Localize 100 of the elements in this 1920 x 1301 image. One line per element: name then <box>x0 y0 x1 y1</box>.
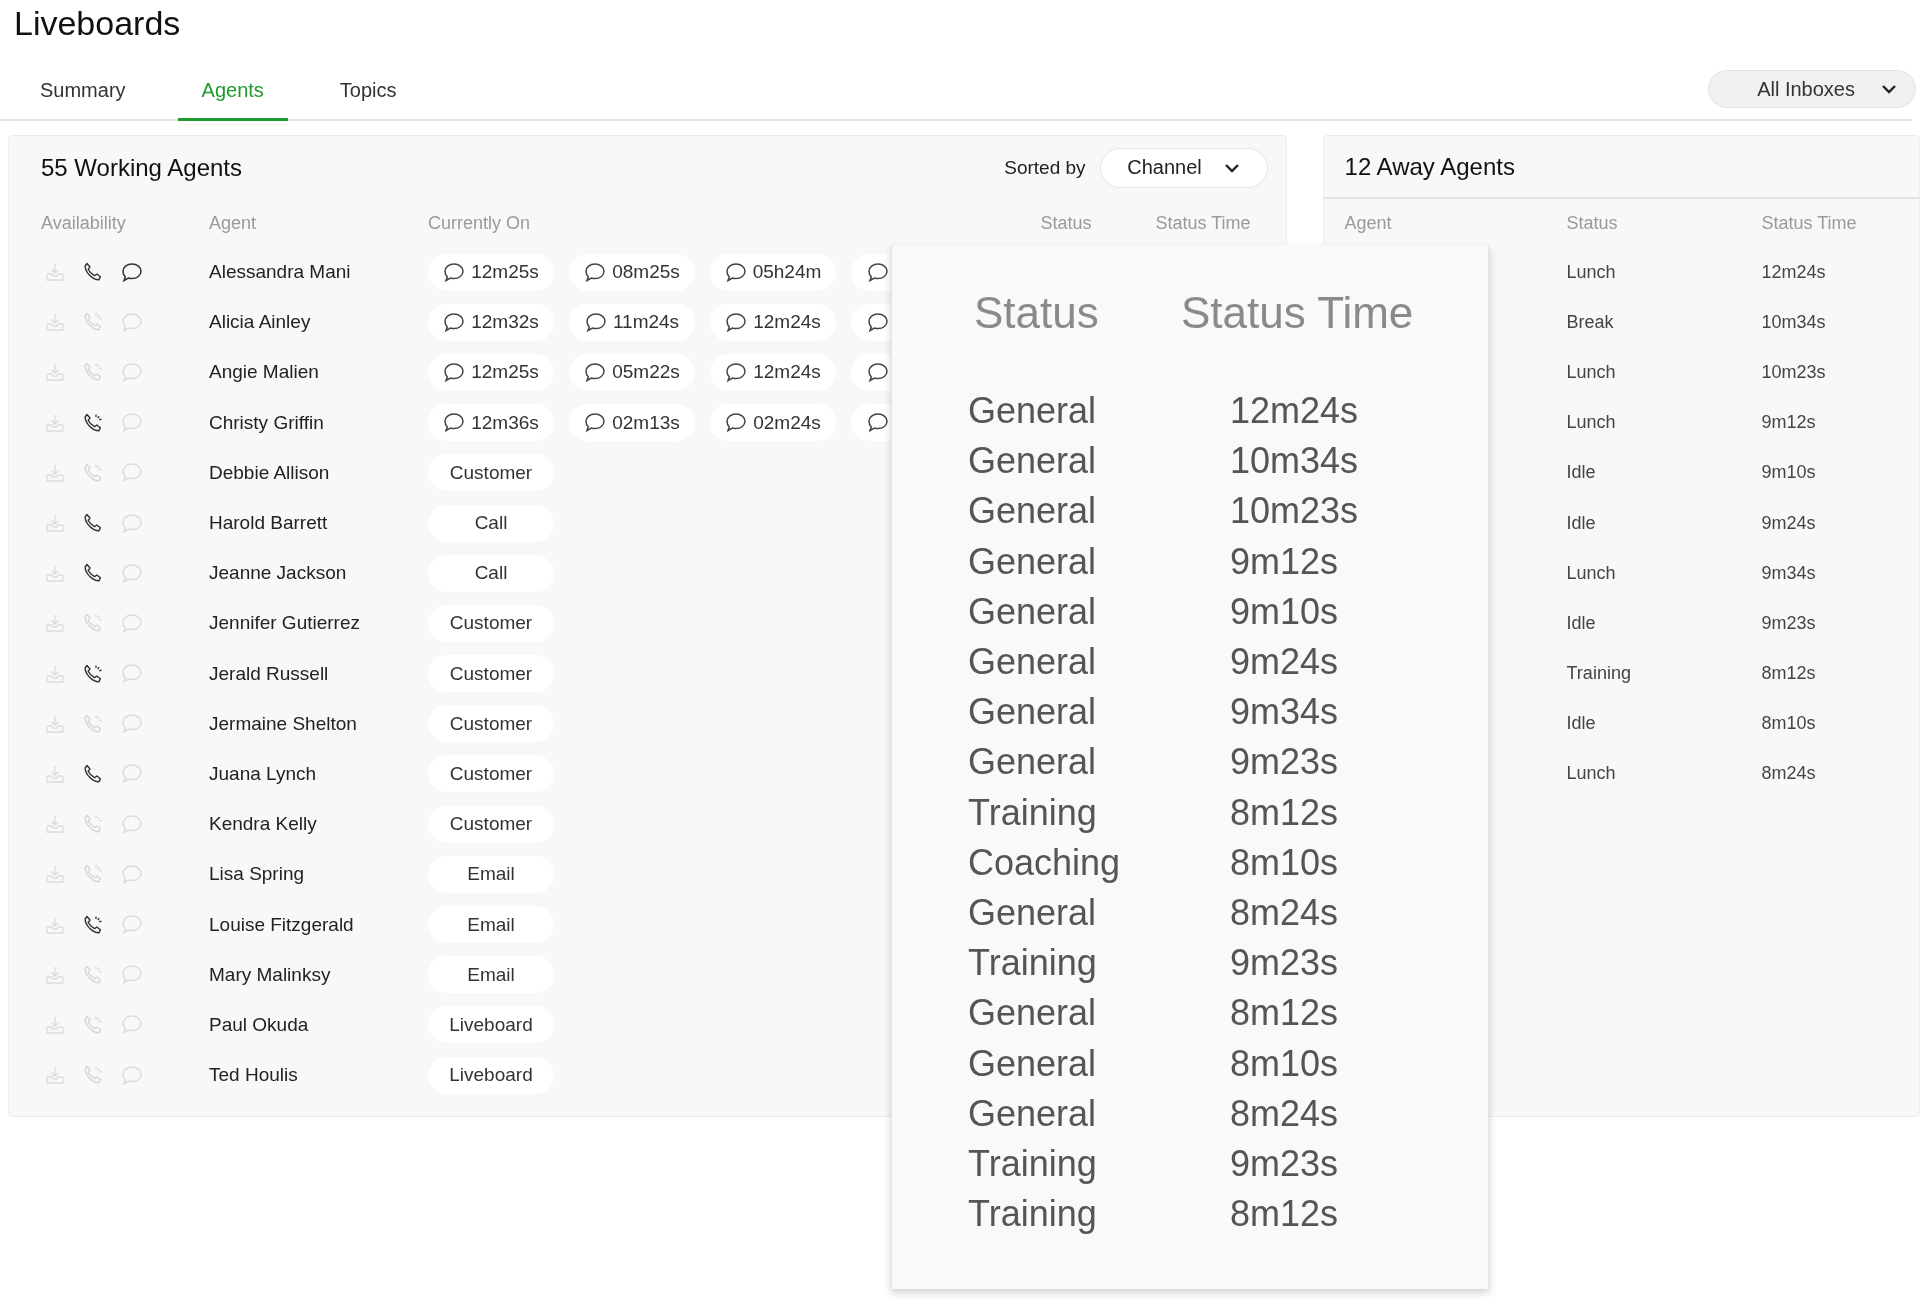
agent-name: Lisa Spring <box>209 863 306 886</box>
agent-name: Louise Fitzgerald <box>209 913 355 936</box>
status-cell-text: Break <box>1566 311 1615 333</box>
inbox-dropdown[interactable]: All Inboxes <box>1708 70 1916 108</box>
status-cell-text: General <box>968 440 1098 483</box>
status-cell-text: Training <box>968 1193 1098 1236</box>
status-cell-text: Training <box>968 942 1098 985</box>
status-time-cell-text: 12m24s <box>1230 390 1360 433</box>
status-time-cell-text: 12m24s <box>1761 261 1827 283</box>
chat-icon <box>724 261 747 283</box>
agent-name: Juana Lynch <box>209 762 318 785</box>
status-cell-text: General <box>968 540 1098 583</box>
status-time-cell-text: 9m10s <box>1230 590 1340 633</box>
status-cell-text: General <box>968 390 1098 433</box>
inbox-icon <box>45 563 65 584</box>
column-header: Status <box>1040 212 1093 234</box>
status-time-cell-text: 10m34s <box>1761 311 1827 333</box>
status-cell-text: General <box>968 1092 1098 1135</box>
panel-title: 55 Working Agents <box>41 153 242 182</box>
status-cell-text: General <box>968 590 1098 633</box>
tab[interactable]: Topics <box>315 79 421 121</box>
inbox-icon <box>45 713 65 734</box>
chat-icon <box>725 361 748 383</box>
inbox-icon <box>45 763 65 784</box>
column-header: Status Time <box>1155 212 1252 234</box>
tab[interactable]: Agents <box>177 79 288 121</box>
agent-name: Paul Okuda <box>209 1013 310 1036</box>
column-header: Agent <box>1344 212 1393 234</box>
status-time-cell-text: 8m12s <box>1230 791 1340 834</box>
chat-icon <box>584 412 607 434</box>
inbox-icon <box>45 412 65 433</box>
agent-name: Alessandra Mani <box>209 261 352 284</box>
status-time-cell-text: 9m12s <box>1761 412 1817 434</box>
channel-timer-chip: 05h24m <box>710 253 836 291</box>
channel-timer-chip: 08m25s <box>569 253 695 291</box>
channel-timer-chip: 12m24s <box>710 353 836 391</box>
channel-timer-chip: 12m25s <box>428 253 554 291</box>
channel-chip: Customer <box>428 655 554 693</box>
status-time-cell-text: 8m12s <box>1230 1193 1340 1236</box>
status-time-cell-text: 9m23s <box>1230 942 1340 985</box>
column-header: Status Time <box>1180 288 1415 338</box>
agent-name: Jeanne Jackson <box>209 562 348 585</box>
status-time-cell-text: 9m23s <box>1230 1142 1340 1185</box>
status-cell-text: Training <box>1566 663 1632 685</box>
status-time-cell-text: 8m12s <box>1761 663 1817 685</box>
chat-icon <box>443 412 466 434</box>
status-cell-text: Training <box>968 1142 1098 1185</box>
channel-chip: Customer <box>428 604 554 642</box>
agent-name: Angie Malien <box>209 361 320 384</box>
status-cell-text: General <box>968 891 1098 934</box>
inbox-icon <box>45 513 65 534</box>
status-time-cell-text: 10m23s <box>1230 490 1360 533</box>
inbox-icon <box>45 663 65 684</box>
inbox-icon <box>45 613 65 634</box>
chat-icon <box>584 261 607 283</box>
agent-name: Ted Houlis <box>209 1064 299 1087</box>
channel-timer-chip: 12m32s <box>428 303 554 341</box>
channel-timer-chip: 02m13s <box>569 404 695 442</box>
status-time-cell-text: 9m23s <box>1761 612 1817 634</box>
channel-timer-chip: 05m22s <box>569 353 695 391</box>
channel-timer-chip: 12m36s <box>428 404 554 442</box>
channel-chip: Liveboard <box>428 1056 554 1094</box>
channel-chip: Customer <box>428 454 554 492</box>
column-header: Status <box>973 288 1100 338</box>
chevron-down-icon <box>1223 162 1240 173</box>
chat-icon <box>867 311 889 333</box>
column-header: Agent <box>209 212 258 234</box>
agent-name: Alicia Ainley <box>209 311 312 334</box>
inbox-icon <box>45 312 65 333</box>
status-time-cell-text: 10m23s <box>1761 361 1827 383</box>
status-cell-text: General <box>968 992 1098 1035</box>
chat-icon <box>867 261 889 283</box>
status-time-cell-text: 8m10s <box>1761 713 1817 735</box>
status-cell-text: Idle <box>1566 713 1597 735</box>
agent-name: Jermaine Shelton <box>209 712 358 735</box>
status-time-cell-text: 9m12s <box>1230 540 1340 583</box>
channel-chip: Liveboard <box>428 1006 554 1044</box>
agent-name: Mary Malinksy <box>209 963 332 986</box>
channel-chip: Call <box>428 504 554 542</box>
status-cell-text: General <box>968 1042 1098 1085</box>
inbox-icon <box>45 362 65 383</box>
status-time-cell-text: 9m24s <box>1761 512 1817 534</box>
status-cell-text: General <box>968 741 1098 784</box>
channel-timer-chip: 12m25s <box>428 353 554 391</box>
status-cell-text: General <box>968 490 1098 533</box>
page-title: Liveboards <box>13 3 182 44</box>
agent-name: Jerald Russell <box>209 662 330 685</box>
agent-name: Christy Griffin <box>209 411 325 434</box>
status-time-cell-text: 8m24s <box>1230 891 1340 934</box>
status-time-cell-text: 9m34s <box>1230 691 1340 734</box>
agent-name: Debbie Allison <box>209 461 331 484</box>
chat-icon <box>725 412 748 434</box>
column-header: Status Time <box>1761 212 1858 234</box>
status-cell-text: Training <box>968 791 1098 834</box>
chevron-down-icon <box>1881 84 1897 94</box>
chat-icon <box>584 311 607 333</box>
status-cell-text: Lunch <box>1566 361 1617 383</box>
column-header: Currently On <box>428 212 532 234</box>
sort-dropdown[interactable]: Channel <box>1099 147 1268 188</box>
tab[interactable]: Summary <box>16 79 150 121</box>
